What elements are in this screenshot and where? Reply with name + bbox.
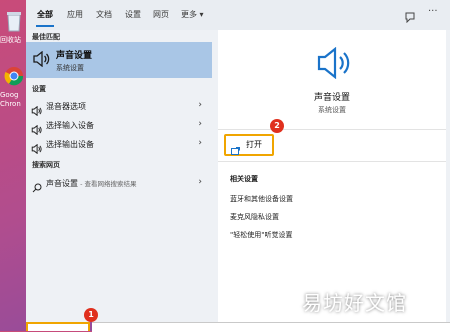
chrome-icon[interactable] <box>4 66 26 90</box>
best-match-item[interactable]: 声音设置 系统设置 <box>26 42 212 78</box>
chevron-right-icon[interactable]: › <box>198 119 202 129</box>
item-label: 选择输出设备 <box>46 140 94 149</box>
related-link-bluetooth[interactable]: 蓝牙和其他设备设置 <box>230 194 293 204</box>
feedback-icon[interactable] <box>404 8 416 27</box>
web-search-suffix: - 查看网络搜索结果 <box>78 180 137 188</box>
search-icon <box>32 178 42 197</box>
filter-tabs: 全部 应用 文档 设置 网页 更多 ▾ ··· <box>26 0 450 30</box>
web-search-label: 声音设置 - 查看网络搜索结果 <box>46 178 136 189</box>
open-label: 打开 <box>246 140 262 149</box>
more-options-icon[interactable]: ··· <box>428 6 438 17</box>
tab-all[interactable]: 全部 <box>37 9 53 20</box>
web-search-item[interactable]: 声音设置 - 查看网络搜索结果 › <box>26 174 212 193</box>
recycle-bin-icon[interactable] <box>4 10 26 34</box>
chevron-right-icon[interactable]: › <box>198 177 202 187</box>
tab-apps[interactable]: 应用 <box>67 9 83 20</box>
related-link-hearing[interactable]: "轻松使用"听觉设置 <box>230 230 292 240</box>
preview-title: 声音设置 <box>313 93 350 103</box>
callout-badge-2: 2 <box>270 119 284 133</box>
callout-badge-1: 1 <box>84 308 98 322</box>
speaker-icon <box>31 139 42 158</box>
tab-documents[interactable]: 文档 <box>96 9 112 20</box>
open-icon <box>231 140 240 159</box>
speaker-icon <box>32 50 50 71</box>
results-list: 最佳匹配 声音设置 系统设置 设置 混音器选项 › 选择输入设备 › 选择输出设… <box>26 30 212 322</box>
search-input[interactable] <box>26 322 90 331</box>
divider <box>218 161 446 162</box>
item-label: 选择输入设备 <box>46 121 94 130</box>
preview-pane: 声音设置 系统设置 打开 相关设置 蓝牙和其他设备设置 麦克风隐私设置 "轻松使… <box>218 30 446 322</box>
related-link-microphone[interactable]: 麦克风隐私设置 <box>230 212 279 222</box>
item-label: 混音器选项 <box>46 102 86 111</box>
divider <box>218 129 446 130</box>
chevron-right-icon[interactable]: › <box>198 138 202 148</box>
settings-header: 设置 <box>32 85 46 93</box>
search-panel: 全部 应用 文档 设置 网页 更多 ▾ ··· 最佳匹配 声音设置 系统设置 设… <box>26 0 450 322</box>
tab-more[interactable]: 更多 ▾ <box>181 9 204 20</box>
web-search-term: 声音设置 <box>46 179 78 188</box>
best-match-header: 最佳匹配 <box>32 33 60 41</box>
watermark-text: 易坊好文馆 <box>302 291 407 315</box>
tab-web[interactable]: 网页 <box>153 9 169 20</box>
preview-subtitle: 系统设置 <box>318 106 346 114</box>
best-match-subtitle: 系统设置 <box>56 64 84 72</box>
list-item[interactable]: 混音器选项 › <box>26 97 212 117</box>
speaker-large-icon <box>314 46 352 83</box>
active-tab-indicator <box>36 25 54 27</box>
list-item[interactable]: 选择输入设备 › <box>26 116 212 136</box>
list-item[interactable]: 选择输出设备 › <box>26 135 212 155</box>
open-button[interactable]: 打开 <box>224 134 274 156</box>
web-search-header: 搜索网页 <box>32 161 60 169</box>
related-settings-header: 相关设置 <box>230 175 258 183</box>
best-match-title: 声音设置 <box>56 51 93 61</box>
chevron-right-icon[interactable]: › <box>198 100 202 110</box>
tab-settings[interactable]: 设置 <box>125 9 141 20</box>
